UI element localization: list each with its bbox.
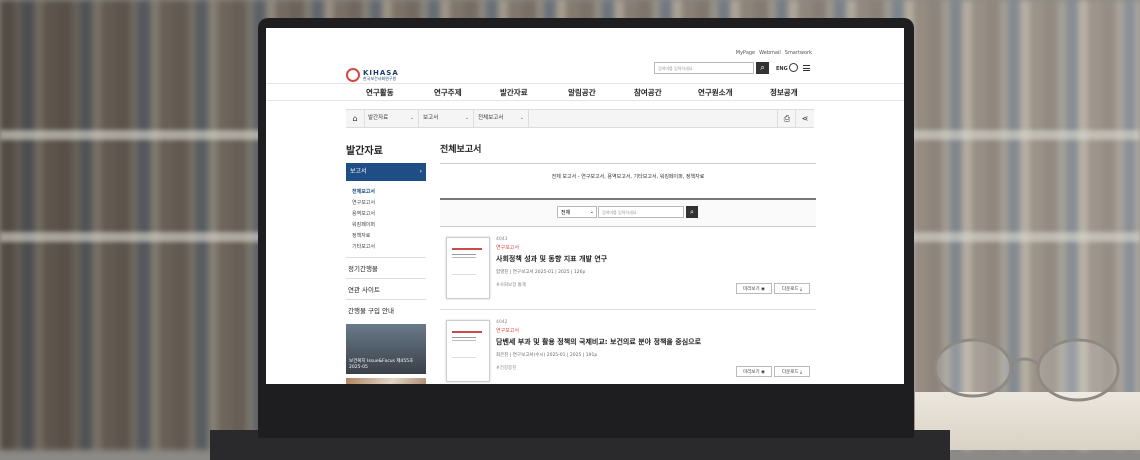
lnb-sub-item[interactable]: 정책자료 bbox=[352, 231, 422, 242]
lnb-sub-item[interactable]: 용역보고서 bbox=[352, 209, 422, 220]
gnb-item[interactable]: 알림공간 bbox=[568, 87, 596, 98]
browser-screen: KIHASA 한국보건사회연구원 MyPage Webmail Smartwor… bbox=[266, 28, 904, 384]
issue-focus-banner[interactable]: 보건복지 Issue&Focus 제455호 2025-05 bbox=[346, 324, 426, 374]
site-header: KIHASA 한국보건사회연구원 MyPage Webmail Smartwor… bbox=[266, 28, 904, 90]
breadcrumb-select[interactable]: 보고서 ⌄ bbox=[419, 110, 474, 127]
preview-button[interactable]: 미리보기 ◉ bbox=[736, 283, 772, 294]
report-tag[interactable]: #건강증진 bbox=[496, 365, 516, 371]
report-item[interactable]: 4043 연구보고서 사회정책 성과 및 동향 지표 개발 연구 함영진 | 연… bbox=[440, 227, 816, 310]
global-nav: 연구활동 연구주제 발간자료 알림공간 참여공간 연구원소개 정보공개 bbox=[266, 83, 904, 101]
hamburger-menu-icon[interactable] bbox=[803, 65, 810, 71]
logo-ko: 한국보건사회연구원 bbox=[363, 75, 397, 81]
main-content: 전체보고서 전체 보고서 - 연구보고서, 용역보고서, 기타보고서, 워킹페이… bbox=[440, 142, 816, 384]
eyeglasses-icon bbox=[933, 338, 1120, 402]
lnb-active-item[interactable]: 보고서 bbox=[346, 163, 426, 181]
lnb-sub-item[interactable]: 전체보고서 bbox=[352, 187, 422, 198]
page-title: 전체보고서 bbox=[440, 145, 482, 155]
search-icon[interactable]: ⌕ bbox=[756, 62, 769, 74]
promo-banner[interactable] bbox=[346, 378, 426, 384]
download-button[interactable]: 다운로드 ⤓ bbox=[774, 283, 810, 294]
report-type: 연구보고서 bbox=[496, 245, 520, 251]
category-select[interactable]: 전체 ⌄ bbox=[557, 206, 597, 218]
report-number: 4043 bbox=[496, 237, 508, 242]
report-item[interactable]: 4042 연구보고서 담벤세 부과 및 활용 정책의 국제비교: 보건의료 분야… bbox=[440, 310, 816, 384]
lnb-submenu: 전체보고서 연구보고서 용역보고서 워킹페이퍼 정책자료 기타보고서 bbox=[346, 181, 426, 257]
report-cover[interactable] bbox=[446, 237, 490, 299]
keyword-input[interactable]: 검색어를 입력하세요 bbox=[598, 206, 684, 218]
lnb-item[interactable]: 연관 사이트 bbox=[346, 278, 426, 299]
gnb-item[interactable]: 연구활동 bbox=[366, 87, 394, 98]
lnb-sub-item[interactable]: 기타보고서 bbox=[352, 242, 422, 253]
laptop: KIHASA 한국보건사회연구원 MyPage Webmail Smartwor… bbox=[258, 18, 914, 438]
print-icon[interactable]: ⎙ bbox=[777, 110, 796, 127]
gnb-item[interactable]: 정보공개 bbox=[770, 87, 798, 98]
left-nav: 발간자료 보고서 전체보고서 연구보고서 용역보고서 워킹페이퍼 정책자료 기타… bbox=[346, 142, 426, 384]
kihasa-logo[interactable]: KIHASA 한국보건사회연구원 bbox=[346, 68, 399, 82]
header-search-input[interactable]: 검색어를 입력하세요 bbox=[654, 62, 754, 74]
report-meta: 최은진 | 연구보고서(수시) 2025-01 | 2025 | 191p bbox=[496, 353, 598, 358]
util-links: MyPage Webmail Smartwork bbox=[736, 50, 812, 56]
lnb-item[interactable]: 간행물 구입 안내 bbox=[346, 299, 426, 320]
gnb-item[interactable]: 참여공간 bbox=[634, 87, 662, 98]
breadcrumb-select[interactable]: 발간자료 ⌄ bbox=[364, 110, 419, 127]
report-title[interactable]: 사회정책 성과 및 동향 지표 개발 연구 bbox=[496, 254, 607, 264]
webmail-link[interactable]: Webmail bbox=[759, 50, 781, 56]
report-number: 4042 bbox=[496, 320, 508, 325]
smartwork-link[interactable]: Smartwork bbox=[785, 50, 812, 56]
download-button[interactable]: 다운로드 ⤓ bbox=[774, 366, 810, 377]
lnb-sub-item[interactable]: 워킹페이퍼 bbox=[352, 220, 422, 231]
report-meta: 함영진 | 연구보고서 2025-01 | 2025 | 126p bbox=[496, 270, 586, 275]
gnb-item[interactable]: 연구원소개 bbox=[698, 87, 733, 98]
lang-switch[interactable]: ENG bbox=[776, 66, 788, 72]
report-title[interactable]: 담벤세 부과 및 활용 정책의 국제비교: 보건의료 분야 정책을 중심으로 bbox=[496, 337, 701, 347]
mypage-link[interactable]: MyPage bbox=[736, 50, 755, 56]
lnb-item[interactable]: 정기간행물 bbox=[346, 257, 426, 278]
gnb-item[interactable]: 발간자료 bbox=[500, 87, 528, 98]
banner-caption: 보건복지 Issue&Focus 제455호 2025-05 bbox=[349, 359, 414, 370]
share-icon[interactable]: ⋖ bbox=[795, 110, 814, 127]
user-icon[interactable] bbox=[789, 63, 798, 72]
logo-mark-icon bbox=[346, 68, 360, 82]
lnb-sub-item[interactable]: 연구보고서 bbox=[352, 198, 422, 209]
gnb-item[interactable]: 연구주제 bbox=[434, 87, 462, 98]
breadcrumb: ⌂ 발간자료 ⌄ 보고서 ⌄ 전체보고서 ⌄ ⎙ ⋖ bbox=[346, 109, 814, 128]
preview-button[interactable]: 미리보기 ◉ bbox=[736, 366, 772, 377]
lnb-title: 발간자료 bbox=[346, 146, 383, 157]
report-search-box: 전체 ⌄ 검색어를 입력하세요 ⌕ bbox=[440, 198, 816, 227]
category-description: 전체 보고서 - 연구보고서, 용역보고서, 기타보고서, 워킹페이퍼, 정책자… bbox=[440, 163, 816, 190]
report-tag[interactable]: #사회보장 통계 bbox=[496, 282, 526, 288]
breadcrumb-select[interactable]: 전체보고서 ⌄ bbox=[474, 110, 529, 127]
search-icon[interactable]: ⌕ bbox=[686, 206, 698, 218]
report-type: 연구보고서 bbox=[496, 328, 520, 334]
home-icon[interactable]: ⌂ bbox=[346, 110, 365, 127]
report-cover[interactable] bbox=[446, 320, 490, 382]
